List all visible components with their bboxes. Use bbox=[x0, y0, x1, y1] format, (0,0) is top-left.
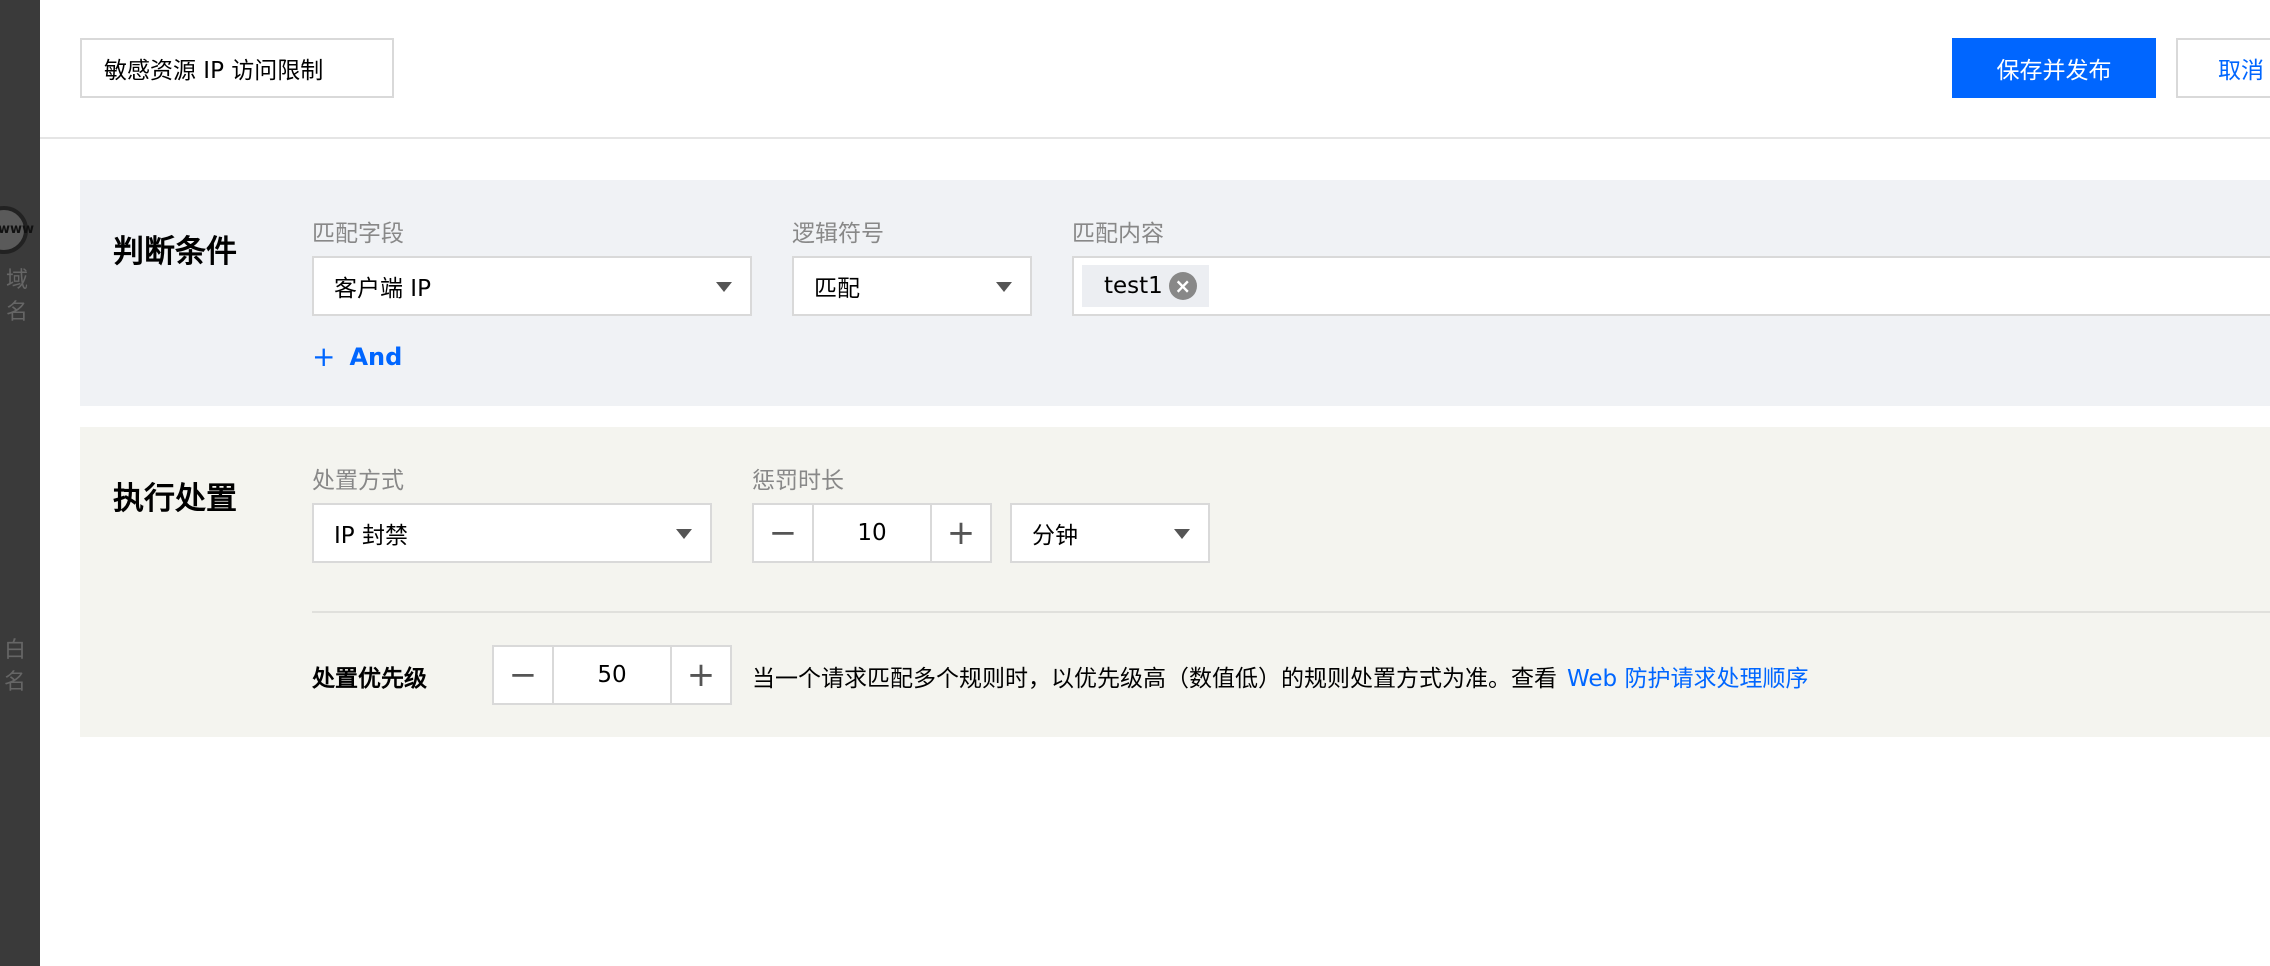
action-label: 处置方式 bbox=[312, 468, 404, 494]
plus-icon[interactable]: + bbox=[670, 647, 730, 703]
globe-icon: www bbox=[0, 206, 34, 254]
match-content-label: 匹配内容 bbox=[1072, 221, 1164, 247]
action-select[interactable]: IP 封禁 bbox=[312, 503, 712, 563]
penalty-label: 惩罚时长 bbox=[752, 468, 844, 494]
background-page: www 域名 白名 bbox=[0, 0, 40, 966]
priority-desc-text: 当一个请求匹配多个规则时，以优先级高（数值低）的规则处置方式为准。查看 bbox=[752, 666, 1557, 692]
content-tag-label: test1 bbox=[1104, 273, 1163, 299]
minus-icon[interactable]: − bbox=[494, 647, 554, 703]
chevron-down-icon bbox=[1174, 529, 1190, 539]
penalty-value[interactable]: 10 bbox=[814, 505, 930, 561]
priority-order-link[interactable]: Web 防护请求处理顺序 bbox=[1567, 666, 1808, 692]
plus-icon[interactable]: + bbox=[930, 505, 990, 561]
penalty-unit-select[interactable]: 分钟 bbox=[1010, 503, 1210, 563]
match-field-value: 客户端 IP bbox=[334, 276, 431, 302]
save-publish-button[interactable]: 保存并发布 bbox=[1952, 38, 2156, 98]
condition-section: 判断条件 匹配字段 客户端 IP 逻辑符号 匹配 匹配内容 test1 × + … bbox=[80, 180, 2270, 406]
operator-label: 逻辑符号 bbox=[792, 221, 884, 247]
plus-icon: + bbox=[312, 340, 336, 373]
chevron-down-icon bbox=[996, 282, 1012, 292]
add-and-button[interactable]: + And bbox=[312, 340, 402, 373]
match-content-input[interactable]: test1 × bbox=[1072, 256, 2270, 316]
rule-name-input[interactable]: 敏感资源 IP 访问限制 bbox=[80, 38, 394, 98]
chevron-down-icon bbox=[676, 529, 692, 539]
background-text: 白名 bbox=[4, 638, 27, 695]
execution-title: 执行处置 bbox=[113, 481, 237, 517]
operator-value: 匹配 bbox=[814, 276, 860, 302]
background-text: 域名 bbox=[6, 268, 29, 325]
condition-title: 判断条件 bbox=[113, 234, 237, 270]
operator-select[interactable]: 匹配 bbox=[792, 256, 1032, 316]
action-value: IP 封禁 bbox=[334, 523, 408, 549]
globe-icon-text: www bbox=[0, 222, 35, 237]
penalty-stepper: − 10 + bbox=[752, 503, 992, 563]
rule-name-value: 敏感资源 IP 访问限制 bbox=[104, 58, 324, 84]
priority-label: 处置优先级 bbox=[312, 666, 427, 692]
minus-icon[interactable]: − bbox=[754, 505, 814, 561]
add-and-label: And bbox=[349, 342, 403, 371]
editor-header: 敏感资源 IP 访问限制 保存并发布 取消 bbox=[40, 0, 2270, 139]
match-field-label: 匹配字段 bbox=[312, 221, 404, 247]
priority-stepper: − 50 + bbox=[492, 645, 732, 705]
chevron-down-icon bbox=[716, 282, 732, 292]
penalty-unit-value: 分钟 bbox=[1032, 523, 1078, 549]
divider bbox=[312, 611, 2270, 613]
rule-editor-panel: 敏感资源 IP 访问限制 保存并发布 取消 判断条件 匹配字段 客户端 IP 逻… bbox=[40, 0, 2270, 966]
priority-description: 当一个请求匹配多个规则时，以优先级高（数值低）的规则处置方式为准。查看 Web 防… bbox=[752, 659, 1808, 693]
cancel-button[interactable]: 取消 bbox=[2176, 38, 2270, 98]
content-tag: test1 × bbox=[1082, 265, 1209, 307]
priority-value[interactable]: 50 bbox=[554, 647, 670, 703]
match-field-select[interactable]: 客户端 IP bbox=[312, 256, 752, 316]
execution-section: 执行处置 处置方式 IP 封禁 惩罚时长 − 10 + 分钟 处置优先级 − 5… bbox=[80, 427, 2270, 737]
close-circle-icon[interactable]: × bbox=[1168, 272, 1197, 300]
